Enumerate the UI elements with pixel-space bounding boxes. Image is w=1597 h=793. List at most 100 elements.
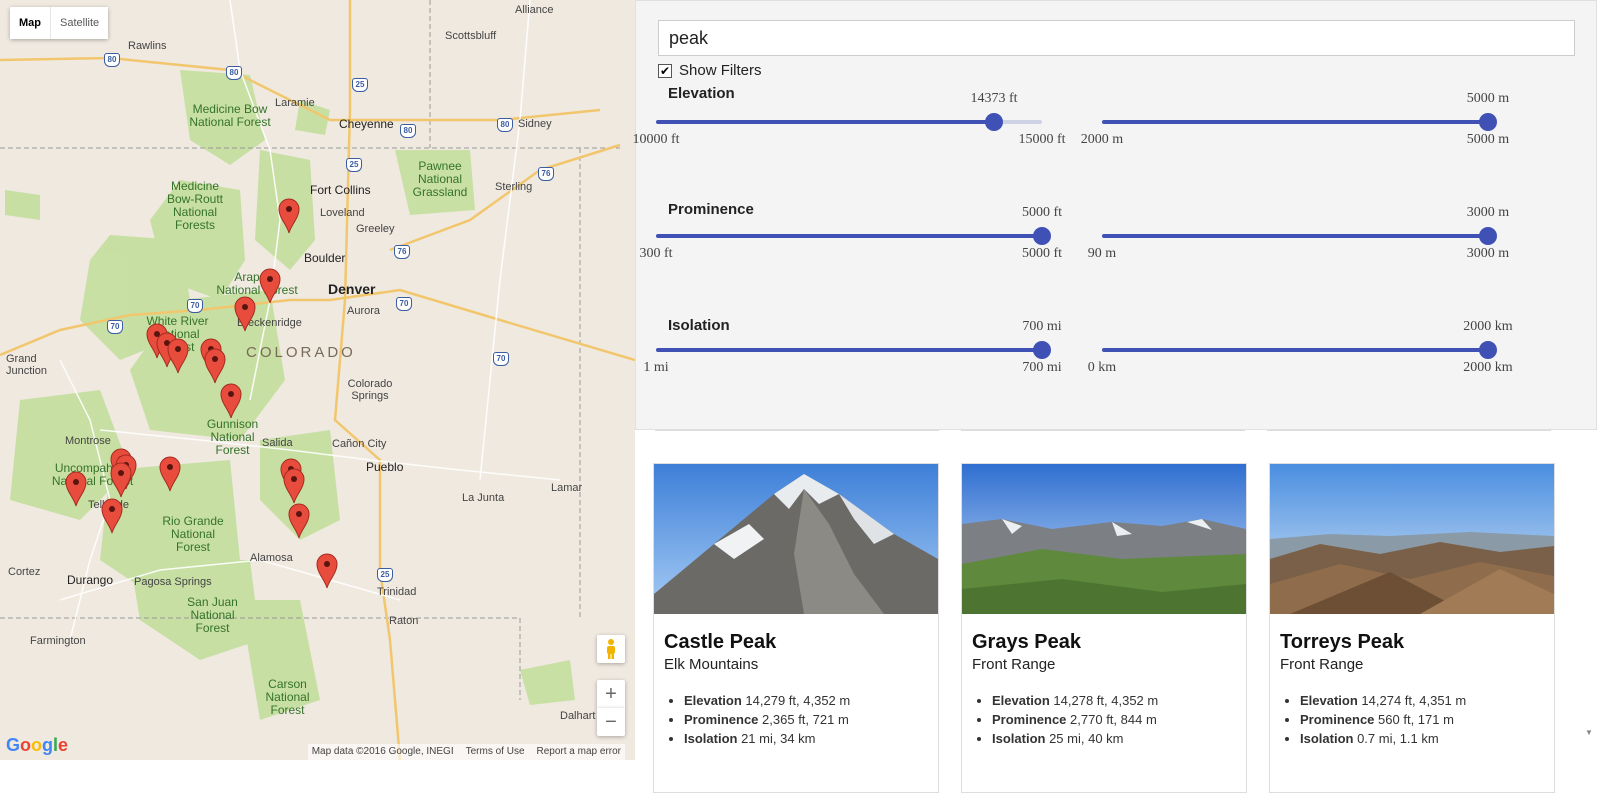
- peak-marker-icon[interactable]: [65, 471, 87, 507]
- elevation-metric-slider[interactable]: 5000 m 2000 m 5000 m: [1081, 91, 1509, 166]
- slider-min-label: 300 ft: [639, 246, 673, 261]
- peak-photo: [962, 464, 1246, 614]
- stat-value: 21 mi, 34 km: [741, 731, 816, 746]
- interstate-shield: 76: [394, 245, 410, 259]
- slider-min-label: 1 mi: [643, 360, 669, 375]
- isolation-stat: Isolation 0.7 mi, 1.1 km: [1300, 729, 1554, 748]
- slider-thumb[interactable]: [1479, 227, 1497, 245]
- isolation-stat: Isolation 21 mi, 34 km: [684, 729, 938, 748]
- peak-marker-icon[interactable]: [101, 498, 123, 534]
- peak-marker-icon[interactable]: [278, 198, 300, 234]
- map-city-label: Pueblo: [366, 460, 404, 474]
- stat-label: Isolation: [1300, 731, 1354, 746]
- slider-min-label: 2000 m: [1080, 132, 1124, 147]
- map-city-label: La Junta: [462, 492, 505, 504]
- elevation-imperial-slider[interactable]: 14373 ft 10000 ft 15000 ft: [632, 91, 1065, 166]
- stat-label: Elevation: [684, 693, 742, 708]
- terms-of-use-link[interactable]: Terms of Use: [466, 746, 525, 758]
- map-type-satellite-button[interactable]: Satellite: [51, 7, 109, 39]
- map-pane[interactable]: Alliance Rawlins Scottsbluff Laramie Che…: [0, 0, 635, 760]
- peak-marker-icon[interactable]: [204, 348, 226, 384]
- filters-panel: ✔ Show Filters Elevation Prominence Isol…: [632, 0, 1597, 430]
- peak-marker-icon[interactable]: [259, 268, 281, 304]
- peak-card[interactable]: Grays Peak Front Range Elevation 14,278 …: [961, 463, 1247, 793]
- slider-min-label: 0 km: [1087, 360, 1117, 375]
- elevation-stat: Elevation 14,278 ft, 4,352 m: [992, 691, 1246, 710]
- slider-thumb[interactable]: [1479, 113, 1497, 131]
- slider-thumb[interactable]: [1033, 227, 1051, 245]
- report-map-error-link[interactable]: Report a map error: [537, 746, 621, 758]
- slider-value: 5000 ft: [1021, 205, 1063, 220]
- slider-max-label: 2000 km: [1463, 360, 1513, 375]
- interstate-shield: 76: [538, 167, 554, 181]
- interstate-shield: 70: [493, 352, 509, 366]
- map-city-label: Loveland: [320, 207, 365, 219]
- peak-name[interactable]: Castle Peak: [664, 631, 938, 654]
- interstate-shield: 70: [107, 320, 123, 334]
- street-view-pegman-icon[interactable]: [597, 635, 625, 663]
- peak-marker-icon[interactable]: [167, 338, 189, 374]
- map-city-label: Pagosa Springs: [134, 576, 212, 588]
- slider-value: 3000 m: [1466, 205, 1510, 220]
- map-city-label: Denver: [328, 281, 376, 297]
- isolation-metric-slider[interactable]: 2000 km 0 km 2000 km: [1088, 319, 1513, 394]
- peak-card[interactable]: Castle Peak Elk Mountains Elevation 14,2…: [653, 463, 939, 793]
- isolation-stat: Isolation 25 mi, 40 km: [992, 729, 1246, 748]
- show-filters-toggle[interactable]: ✔ Show Filters: [658, 62, 762, 79]
- stat-label: Isolation: [992, 731, 1046, 746]
- map-city-label: Trinidad: [377, 586, 417, 598]
- slider-thumb[interactable]: [1033, 341, 1051, 359]
- peak-marker-icon[interactable]: [283, 468, 305, 504]
- zoom-in-button[interactable]: +: [597, 680, 625, 708]
- peak-name[interactable]: Grays Peak: [972, 631, 1246, 654]
- stat-label: Prominence: [684, 712, 759, 727]
- interstate-shield: 80: [226, 66, 242, 80]
- slider-min-label: 10000 ft: [632, 132, 680, 147]
- slider-thumb[interactable]: [1479, 341, 1497, 359]
- prominence-stat: Prominence 2,770 ft, 844 m: [992, 710, 1246, 729]
- map-city-label: Laramie: [275, 97, 315, 109]
- peak-marker-icon[interactable]: [159, 456, 181, 492]
- map-city-label: Durango: [67, 573, 114, 587]
- scroll-down-arrow-icon[interactable]: ▼: [1585, 728, 1597, 738]
- slider-max-label: 15000 ft: [1018, 132, 1066, 147]
- prominence-stat: Prominence 2,365 ft, 721 m: [684, 710, 938, 729]
- slider-fill: [656, 120, 994, 124]
- peak-marker-icon[interactable]: [234, 296, 256, 332]
- peak-marker-icon[interactable]: [288, 503, 310, 539]
- prominence-title: Prominence: [668, 201, 754, 218]
- map-city-label: Aurora: [347, 305, 381, 317]
- peak-range: Front Range: [1280, 656, 1364, 673]
- peak-cards: Castle Peak Elk Mountains Elevation 14,2…: [653, 463, 1555, 793]
- peak-marker-icon[interactable]: [316, 553, 338, 589]
- interstate-shield: 25: [352, 78, 368, 92]
- google-logo: Google: [6, 735, 69, 755]
- search-input[interactable]: [658, 20, 1575, 56]
- map-forest-label: Carson National Forest: [265, 677, 310, 717]
- slider-min-label: 90 m: [1087, 246, 1117, 261]
- peak-marker-icon[interactable]: [220, 383, 242, 419]
- show-filters-checkbox[interactable]: ✔: [658, 63, 672, 78]
- peak-marker-icon[interactable]: [110, 462, 132, 498]
- prominence-metric-slider[interactable]: 3000 m 90 m 3000 m: [1088, 205, 1509, 280]
- stat-label: Prominence: [992, 712, 1067, 727]
- slider-max-label: 5000 ft: [1021, 246, 1063, 261]
- slider-max-label: 3000 m: [1466, 246, 1510, 261]
- peak-card[interactable]: Torreys Peak Front Range Elevation 14,27…: [1269, 463, 1555, 793]
- peak-range: Elk Mountains: [664, 656, 759, 673]
- elevation-stat: Elevation 14,279 ft, 4,352 m: [684, 691, 938, 710]
- stat-value: 2,365 ft, 721 m: [762, 712, 849, 727]
- slider-thumb[interactable]: [985, 113, 1003, 131]
- peak-name[interactable]: Torreys Peak: [1280, 631, 1554, 654]
- slider-fill: [656, 234, 1042, 238]
- slider-value: 700 mi: [1022, 319, 1062, 334]
- prominence-imperial-slider[interactable]: 5000 ft 300 ft 5000 ft: [639, 205, 1062, 280]
- isolation-imperial-slider[interactable]: 700 mi 1 mi 700 mi: [643, 319, 1061, 394]
- zoom-out-button[interactable]: −: [597, 708, 625, 736]
- map-forest-label: Gunnison National Forest: [206, 417, 259, 457]
- interstate-shield: 70: [396, 297, 412, 311]
- map-city-label: Farmington: [30, 635, 86, 647]
- slider-fill: [1102, 348, 1488, 352]
- map-city-label: Lamar: [551, 482, 583, 494]
- map-type-map-button[interactable]: Map: [10, 7, 51, 39]
